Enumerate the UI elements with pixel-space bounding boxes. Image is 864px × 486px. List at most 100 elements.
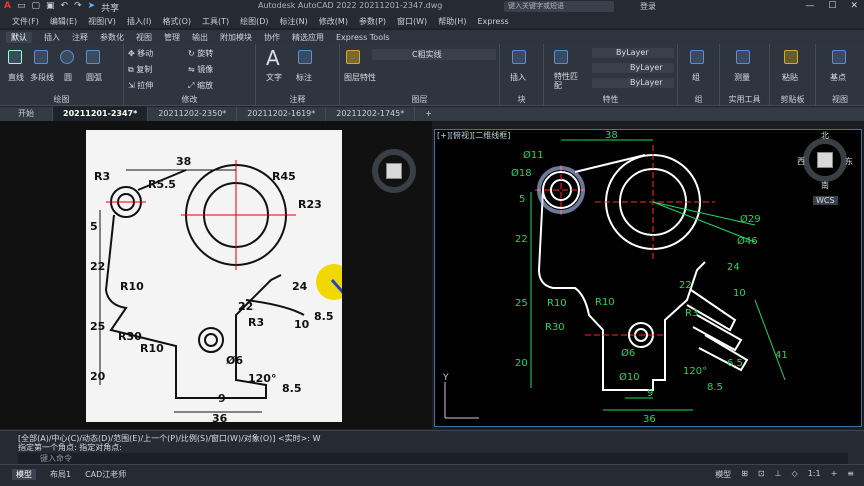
compass-west[interactable]: 西: [797, 156, 805, 167]
ribbon-tab[interactable]: 注释: [72, 32, 88, 43]
command-input[interactable]: 键入命令: [18, 453, 848, 464]
snap-icon[interactable]: ⊡: [758, 469, 765, 480]
annotation-panel-label[interactable]: 注释: [256, 94, 339, 105]
circle-label[interactable]: 圆: [64, 72, 72, 83]
match-properties-icon[interactable]: [554, 50, 568, 64]
ribbon-tab[interactable]: 输出: [192, 32, 208, 43]
search-input[interactable]: 键入关键字或短语: [504, 1, 614, 12]
menu-item[interactable]: 格式(O): [162, 16, 191, 27]
modify-panel-label[interactable]: 修改: [124, 94, 255, 105]
ribbon-tab[interactable]: 视图: [136, 32, 152, 43]
dimension-icon[interactable]: [298, 50, 312, 64]
block-panel-label[interactable]: 块: [500, 94, 543, 105]
paste-icon[interactable]: [784, 50, 798, 64]
menu-item[interactable]: 绘图(D): [240, 16, 268, 27]
base-point-label[interactable]: 基点: [830, 72, 846, 83]
app-logo-icon[interactable]: A: [4, 1, 11, 14]
new-tab-icon[interactable]: +: [415, 107, 442, 121]
dimension-label[interactable]: 标注: [296, 72, 312, 83]
measure-label[interactable]: 测量: [734, 72, 750, 83]
wcs-button[interactable]: WCS: [813, 196, 838, 205]
match-properties-label[interactable]: 特性匹配: [554, 72, 580, 90]
save-icon[interactable]: ▣: [46, 1, 55, 14]
menu-item[interactable]: Express: [477, 17, 508, 26]
ribbon-tab[interactable]: Express Tools: [336, 33, 390, 42]
custom-layout-tab[interactable]: CAD江老师: [85, 469, 126, 480]
circle-icon[interactable]: [60, 50, 74, 64]
line-label[interactable]: 直线: [8, 72, 24, 83]
polyline-label[interactable]: 多段线: [30, 72, 54, 83]
view-panel-label[interactable]: 视图: [816, 94, 864, 105]
draw-panel-label[interactable]: 绘图: [0, 94, 123, 105]
ribbon-tab[interactable]: 默认: [6, 31, 32, 43]
doc-tab-active[interactable]: 20211201-2347*: [53, 107, 149, 121]
ribbon-tab[interactable]: 参数化: [100, 32, 124, 43]
text-icon[interactable]: A: [266, 46, 280, 70]
group-label[interactable]: 组: [692, 72, 700, 83]
layout1-tab[interactable]: 布局1: [50, 469, 71, 480]
osnap-icon[interactable]: ◇: [792, 469, 798, 480]
move-button[interactable]: ✥ 移动: [128, 48, 153, 59]
lineweight-dropdown[interactable]: ByLayer: [592, 78, 674, 88]
ribbon-tab[interactable]: 精选应用: [292, 32, 324, 43]
scale-button[interactable]: 1:1: [808, 469, 821, 480]
line-icon[interactable]: [8, 50, 22, 64]
menu-item[interactable]: 参数(P): [359, 16, 386, 27]
layers-panel-label[interactable]: 图层: [340, 94, 499, 105]
arc-icon[interactable]: [86, 50, 100, 64]
minimize-icon[interactable]: —: [805, 1, 814, 11]
drawing-area[interactable]: 38 R3 R5.5 R45 R23 5 22 25 20 R10 R30 R1…: [0, 121, 864, 429]
customize-icon[interactable]: ≡: [847, 469, 854, 480]
grid-icon[interactable]: ⊞: [741, 469, 748, 480]
linetype-dropdown[interactable]: ByLayer: [592, 63, 674, 73]
login-button[interactable]: 登录: [640, 1, 656, 12]
insert-block-icon[interactable]: [512, 50, 526, 64]
polyline-icon[interactable]: [34, 50, 48, 64]
left-viewport[interactable]: 38 R3 R5.5 R45 R23 5 22 25 20 R10 R30 R1…: [0, 121, 432, 429]
text-label[interactable]: 文字: [266, 72, 282, 83]
copy-button[interactable]: ⧉ 复制: [128, 64, 152, 75]
rotate-button[interactable]: ↻ 旋转: [188, 48, 213, 59]
ribbon-tab[interactable]: 插入: [44, 32, 60, 43]
mirror-button[interactable]: ⇋ 镜像: [188, 64, 213, 75]
utilities-panel-label[interactable]: 实用工具: [720, 94, 769, 105]
arc-label[interactable]: 圆弧: [86, 72, 102, 83]
menu-item[interactable]: 标注(N): [280, 16, 308, 27]
stretch-button[interactable]: ⇲ 拉伸: [128, 80, 153, 91]
view-cube-face-right[interactable]: [817, 152, 833, 168]
menu-item[interactable]: 帮助(H): [438, 16, 466, 27]
compass-north[interactable]: 北: [821, 130, 829, 141]
properties-panel-label[interactable]: 特性: [544, 94, 677, 105]
redo-icon[interactable]: ↷: [74, 1, 82, 14]
clipboard-panel-label[interactable]: 剪贴板: [770, 94, 815, 105]
doc-tab-start[interactable]: 开始: [0, 107, 53, 121]
layer-dropdown[interactable]: C粗实线: [372, 49, 496, 60]
group-icon[interactable]: [690, 50, 704, 64]
zoom-in-button[interactable]: +: [831, 469, 838, 480]
layer-properties-icon[interactable]: [346, 50, 360, 64]
paste-label[interactable]: 粘贴: [782, 72, 798, 83]
new-file-icon[interactable]: ▭: [17, 1, 26, 14]
ortho-icon[interactable]: ⊥: [775, 469, 782, 480]
menu-item[interactable]: 修改(M): [319, 16, 348, 27]
compass-east[interactable]: 东: [845, 156, 853, 167]
doc-tab[interactable]: 20211202-1745*: [326, 107, 416, 121]
measure-icon[interactable]: [736, 50, 750, 64]
view-cube-face-left[interactable]: [386, 163, 402, 179]
doc-tab[interactable]: 20211202-1619*: [237, 107, 327, 121]
compass-south[interactable]: 南: [821, 180, 829, 191]
menu-item[interactable]: 插入(I): [127, 16, 152, 27]
model-tab[interactable]: 模型: [12, 469, 36, 480]
menu-item[interactable]: 工具(T): [202, 16, 229, 27]
scale-button[interactable]: ⤢ 缩放: [188, 80, 213, 91]
undo-icon[interactable]: ↶: [61, 1, 69, 14]
right-viewport[interactable]: [+][俯视][二维线框] 38 Ø11 Ø18 5 22 25 20 R10 …: [434, 129, 862, 427]
share-label[interactable]: 共享: [101, 1, 119, 14]
groups-panel-label[interactable]: 组: [678, 94, 719, 105]
menu-item[interactable]: 窗口(W): [397, 16, 427, 27]
close-icon[interactable]: ✕: [850, 1, 858, 11]
base-point-icon[interactable]: [832, 50, 846, 64]
model-space-button[interactable]: 模型: [715, 469, 731, 480]
ribbon-tab[interactable]: 协作: [264, 32, 280, 43]
menu-item[interactable]: 文件(F): [12, 16, 39, 27]
